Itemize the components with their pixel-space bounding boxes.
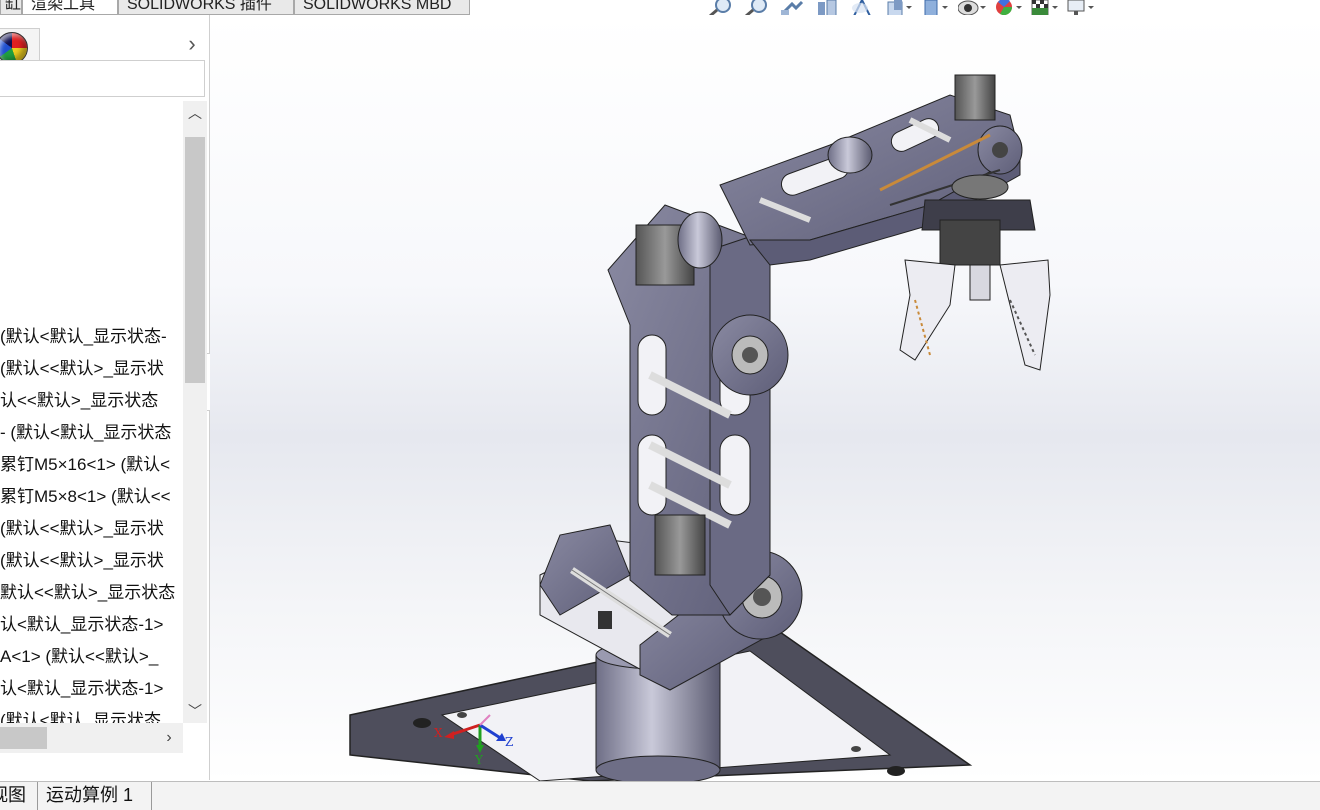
feature-filter-input[interactable] <box>0 60 205 97</box>
triad-y-label: Y <box>475 753 483 767</box>
tree-item[interactable]: A<1> (默认<<默认>_ <box>0 641 183 673</box>
tab-model-view[interactable]: 视图 <box>0 782 38 810</box>
view-orientation-triad: X Y Z <box>432 713 522 768</box>
tree-item[interactable]: 默认<<默认>_显示状态 <box>0 577 183 609</box>
bottom-tab-bar: 视图 运动算例 1 <box>0 781 1320 810</box>
tree-horizontal-scrollbar[interactable]: › <box>0 723 183 753</box>
chevron-right-icon[interactable]: › <box>180 32 204 58</box>
tree-item[interactable]: (默认<<默认>_显示状 <box>0 353 183 385</box>
scroll-right-icon[interactable]: › <box>158 726 180 750</box>
scroll-down-icon[interactable]: ﹀ <box>183 699 207 723</box>
tree-item[interactable]: 认<默认_显示状态-1> <box>0 609 183 641</box>
triad-z-label: Z <box>505 735 514 749</box>
tab-render-tools[interactable]: 渲染工具 <box>22 0 118 15</box>
tree-item[interactable]: 累钉M5×8<1> (默认<< <box>0 481 183 513</box>
tree-vertical-scrollbar[interactable]: ︿ ﹀ <box>183 101 207 723</box>
triad-x-label: X <box>434 726 443 740</box>
tree-item[interactable]: (默认<默认_显示状态- <box>0 321 183 353</box>
feature-tree: (默认<默认_显示状态- (默认<<默认>_显示状 认<<默认>_显示状态 - … <box>0 321 183 726</box>
tab-solidworks-addins[interactable]: SOLIDWORKS 插件 <box>118 0 294 15</box>
scroll-thumb[interactable] <box>185 137 205 383</box>
tree-item[interactable]: 认<<默认>_显示状态 <box>0 385 183 417</box>
tab-1[interactable]: 缸 <box>0 0 22 15</box>
tree-item[interactable]: 认<默认_显示状态-1> <box>0 673 183 705</box>
tree-item[interactable]: (默认<<默认>_显示状 <box>0 513 183 545</box>
tab-solidworks-mbd[interactable]: SOLIDWORKS MBD <box>294 0 470 15</box>
tree-item[interactable]: - (默认<默认_显示状态 <box>0 417 183 449</box>
command-manager-tabs: 缸 渲染工具 SOLIDWORKS 插件 SOLIDWORKS MBD <box>0 0 470 15</box>
feature-manager-panel: › (默认<默认_显示状态- (默认<<默认>_显示状 认<<默认>_显示状态 … <box>0 15 210 780</box>
tree-item[interactable]: (默认<<默认>_显示状 <box>0 545 183 577</box>
display-manager-tab[interactable] <box>0 28 40 64</box>
tab-motion-study-1[interactable]: 运动算例 1 <box>38 782 152 810</box>
robot-arm-model[interactable] <box>210 15 1320 781</box>
solidworks-window: 缸 渲染工具 SOLIDWORKS 插件 SOLIDWORKS MBD › (默… <box>0 0 1320 810</box>
h-scroll-thumb[interactable] <box>0 727 47 749</box>
panel-header: › <box>0 20 210 64</box>
tree-item[interactable]: 累钉M5×16<1> (默认< <box>0 449 183 481</box>
graphics-viewport[interactable]: X Y Z <box>210 15 1320 781</box>
scroll-up-icon[interactable]: ︿ <box>183 101 207 125</box>
